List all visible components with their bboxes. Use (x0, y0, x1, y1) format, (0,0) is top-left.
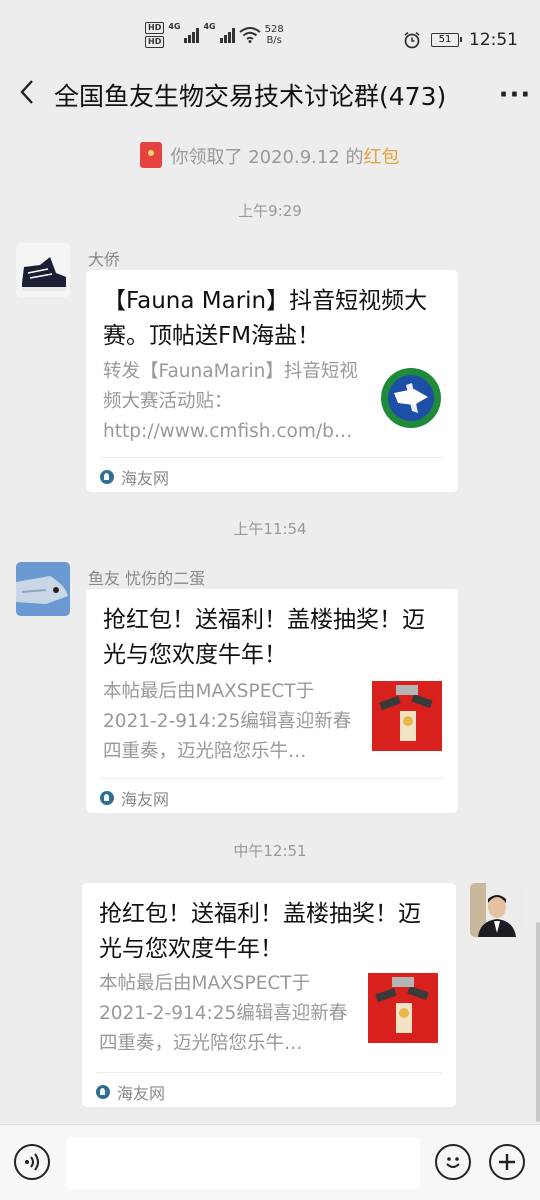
red-packet-notice: 你领取了 2020.9.12 的红包 (0, 142, 540, 169)
status-left: HD HD 4G 4G 528 B/s (145, 22, 284, 48)
timestamp: 中午12:51 (233, 842, 307, 860)
card-title: 抢红包！送福利！盖楼抽奖！迈光与您欢度牛年！ (103, 607, 425, 668)
card-source: 海友网 (96, 1080, 165, 1104)
emoji-icon (446, 1157, 460, 1168)
timestamp: 上午11:54 (233, 520, 307, 538)
plus-icon (499, 1154, 515, 1170)
link-card[interactable]: 【Fauna Marin】抖音短视频大赛。顶帖送FM海盐！ 转发【FaunaMa… (86, 270, 458, 492)
network-type: 4G (203, 22, 216, 31)
fish-avatar (16, 562, 70, 616)
maxspect-banner-icon (372, 681, 442, 751)
card-source: 海友网 (100, 465, 169, 489)
clock: 12:51 (469, 30, 518, 50)
link-card[interactable]: 抢红包！送福利！盖楼抽奖！迈光与您欢度牛年！ 本帖最后由MAXSPECT于202… (86, 589, 458, 813)
card-source: 海友网 (100, 786, 169, 810)
maxspect-banner-icon (368, 973, 438, 1043)
site-icon (100, 470, 114, 484)
sneaker-avatar (16, 243, 70, 297)
avatar[interactable] (16, 243, 70, 297)
card-description: 本帖最后由MAXSPECT于2021-2-914:25编辑喜迎新春四重奏，迈光陪… (103, 681, 352, 762)
signal-icon (184, 27, 200, 43)
card-description: 本帖最后由MAXSPECT于2021-2-914:25编辑喜迎新春四重奏，迈光陪… (99, 973, 348, 1054)
red-packet-icon (140, 142, 163, 168)
more-button[interactable]: ··· (490, 80, 540, 110)
input-bar (0, 1124, 540, 1200)
signal-icon (219, 27, 235, 43)
timestamp: 上午9:29 (238, 202, 302, 220)
person-avatar (470, 883, 524, 937)
card-thumbnail (368, 973, 438, 1043)
wifi-icon (239, 27, 261, 43)
battery-icon: 51 (431, 33, 462, 47)
card-thumbnail (376, 363, 446, 433)
site-icon (100, 791, 114, 805)
voice-icon (25, 1153, 39, 1171)
title-bar: 全国鱼友生物交易技术讨论群(473) ··· (0, 62, 540, 128)
more-dots-icon: ··· (498, 80, 532, 110)
status-bar: HD HD 4G 4G 528 B/s 51 12:51 (0, 0, 540, 62)
avatar[interactable] (16, 562, 70, 616)
back-button[interactable] (0, 78, 54, 113)
add-button[interactable] (489, 1144, 525, 1180)
chat-title: 全国鱼友生物交易技术讨论群(473) (54, 82, 447, 111)
voice-button[interactable] (14, 1144, 50, 1180)
site-icon (96, 1085, 110, 1099)
card-title: 【Fauna Marin】抖音短视频大赛。顶帖送FM海盐！ (103, 288, 428, 349)
hd-badge: HD (145, 22, 165, 34)
scrollbar[interactable] (536, 922, 540, 1122)
hd-badge: HD (145, 36, 165, 48)
alarm-icon (404, 31, 420, 49)
net-speed: 528 B/s (264, 24, 284, 46)
link-card[interactable]: 抢红包！送福利！盖楼抽奖！迈光与您欢度牛年！ 本帖最后由MAXSPECT于202… (82, 883, 456, 1107)
card-thumbnail (372, 681, 442, 751)
fauna-marin-logo-icon (376, 363, 446, 433)
network-type: 4G (168, 22, 181, 31)
card-description: 转发【FaunaMarin】抖音短视频大赛活动贴：http://www.cmfi… (103, 361, 358, 442)
sender-name: 鱼友 忧伤的二蛋 (88, 569, 206, 588)
red-packet-link[interactable]: 红包 (364, 147, 400, 168)
sender-name: 大侨 (88, 250, 121, 269)
chevron-left-icon (20, 79, 33, 104)
my-avatar[interactable] (470, 883, 524, 937)
card-title: 抢红包！送福利！盖楼抽奖！迈光与您欢度牛年！ (99, 901, 421, 962)
emoji-button[interactable] (435, 1144, 471, 1180)
message-input[interactable] (66, 1137, 420, 1189)
